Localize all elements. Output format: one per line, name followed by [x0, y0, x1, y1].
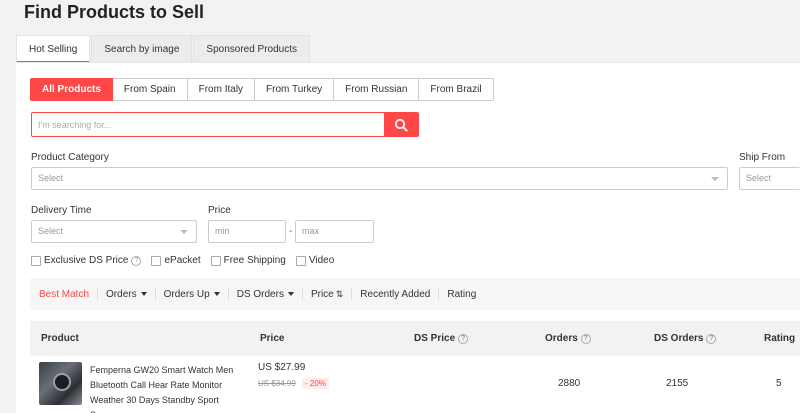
- price-label: Price: [208, 205, 231, 216]
- smartwatch-image: [53, 373, 71, 391]
- sort-updown-icon: ⇅: [335, 288, 344, 299]
- sort-label: Price: [310, 288, 334, 300]
- tab-bar: Hot Selling Search by image Sponsored Pr…: [16, 35, 311, 63]
- tab-search-by-image[interactable]: Search by image: [91, 35, 193, 63]
- delivery-time-label: Delivery Time: [31, 205, 92, 216]
- column-header-ds-price[interactable]: DS Price ?: [414, 321, 469, 356]
- checkbox-label: ePacket: [164, 255, 201, 266]
- sort-bar: Best Match Orders Orders Up DS Orders Pr…: [30, 278, 800, 310]
- table-row[interactable]: Femperna GW20 Smart Watch Men Bluetooth …: [30, 356, 800, 413]
- checkbox-epacket[interactable]: ePacket: [151, 255, 201, 266]
- product-rating: 5: [776, 378, 782, 389]
- product-orders: 2880: [558, 378, 581, 389]
- category-label: Product Category: [31, 152, 109, 163]
- filter-from-brazil[interactable]: From Brazil: [419, 78, 494, 101]
- checkbox-box[interactable]: [295, 255, 306, 266]
- filter-from-italy[interactable]: From Italy: [187, 78, 256, 101]
- search-input[interactable]: [32, 113, 384, 136]
- origin-filter-group: All Products From Spain From Italy From …: [30, 78, 494, 101]
- chevron-down-icon: [180, 230, 188, 234]
- delivery-time-select-value: Select: [38, 226, 64, 236]
- sort-orders[interactable]: Orders: [98, 288, 156, 300]
- filter-from-spain[interactable]: From Spain: [112, 78, 188, 101]
- sort-recently-added[interactable]: Recently Added: [352, 288, 440, 300]
- sort-label: Best Match: [39, 288, 90, 300]
- price-range-separator: -: [289, 226, 293, 237]
- checkbox-label: Video: [308, 255, 335, 266]
- filter-from-turkey[interactable]: From Turkey: [255, 78, 335, 101]
- help-icon[interactable]: ?: [131, 255, 142, 266]
- checkbox-box[interactable]: [151, 255, 162, 266]
- ship-from-select[interactable]: Select: [739, 167, 800, 190]
- tab-sponsored-products[interactable]: Sponsored Products: [193, 35, 311, 63]
- delivery-time-select[interactable]: Select: [31, 220, 197, 243]
- checkbox-video[interactable]: Video: [295, 255, 335, 266]
- category-select[interactable]: Select: [31, 167, 728, 190]
- sort-label: DS Orders: [236, 288, 284, 300]
- checkbox-label: Free Shipping: [223, 255, 286, 266]
- product-ds-orders: 2155: [666, 378, 689, 389]
- checkbox-free-shipping[interactable]: Free Shipping: [210, 255, 286, 266]
- table-header: Product Price DS Price ? Orders ? DS Ord…: [30, 321, 800, 356]
- product-thumbnail[interactable]: [39, 362, 82, 405]
- sort-best-match[interactable]: Best Match: [39, 288, 99, 300]
- filter-all-products[interactable]: All Products: [30, 78, 113, 101]
- help-icon[interactable]: ?: [706, 333, 717, 344]
- sort-label: Rating: [447, 288, 477, 300]
- tab-hot-selling[interactable]: Hot Selling: [16, 35, 91, 63]
- category-select-value: Select: [38, 173, 64, 183]
- checkbox-exclusive-ds-price[interactable]: Exclusive DS Price ?: [31, 255, 142, 266]
- column-header-orders[interactable]: Orders ?: [545, 321, 591, 356]
- chevron-down-icon: [711, 177, 719, 181]
- sort-price[interactable]: Price ⇅: [303, 288, 353, 300]
- column-header-label: DS Price: [414, 333, 456, 344]
- sort-label: Recently Added: [360, 288, 431, 300]
- search-bar: [31, 112, 419, 137]
- ship-from-label: Ship From: [739, 152, 786, 163]
- page-title: Find Products to Sell: [24, 2, 205, 22]
- product-name-link[interactable]: Femperna GW20 Smart Watch Men Bluetooth …: [90, 363, 246, 413]
- discount-badge: - 20%: [302, 378, 329, 389]
- ship-from-select-value: Select: [746, 173, 772, 183]
- price-max-input[interactable]: max: [295, 220, 374, 243]
- sort-rating[interactable]: Rating: [439, 288, 484, 300]
- filter-from-russian[interactable]: From Russian: [334, 78, 420, 101]
- column-header-label: Orders: [545, 333, 578, 344]
- caret-down-icon: [213, 292, 220, 296]
- sort-ds-orders[interactable]: DS Orders: [229, 288, 303, 300]
- sort-label: Orders: [106, 288, 137, 300]
- column-header-ds-orders[interactable]: DS Orders ?: [654, 321, 717, 356]
- column-header-product: Product: [41, 333, 79, 344]
- caret-down-icon: [140, 292, 147, 296]
- main-panel: All Products From Spain From Italy From …: [16, 62, 800, 413]
- sort-label: Orders Up: [163, 288, 210, 300]
- sort-orders-up[interactable]: Orders Up: [156, 288, 229, 300]
- checkbox-box[interactable]: [31, 255, 41, 266]
- checkbox-label: Exclusive DS Price: [44, 255, 129, 266]
- checkbox-group: Exclusive DS Price ? ePacket Free Shippi…: [31, 255, 344, 266]
- help-icon[interactable]: ?: [458, 333, 469, 344]
- column-header-label: DS Orders: [654, 333, 704, 344]
- caret-down-icon: [287, 292, 294, 296]
- price-min-input[interactable]: min: [208, 220, 286, 243]
- search-icon: [394, 118, 408, 132]
- product-old-price: US $34.99: [258, 379, 296, 388]
- column-header-rating[interactable]: Rating: [764, 321, 795, 356]
- search-button[interactable]: [384, 113, 418, 136]
- checkbox-box[interactable]: [210, 255, 221, 266]
- column-header-price[interactable]: Price: [260, 321, 284, 356]
- help-icon[interactable]: ?: [580, 333, 591, 344]
- product-price: US $27.99: [258, 362, 306, 373]
